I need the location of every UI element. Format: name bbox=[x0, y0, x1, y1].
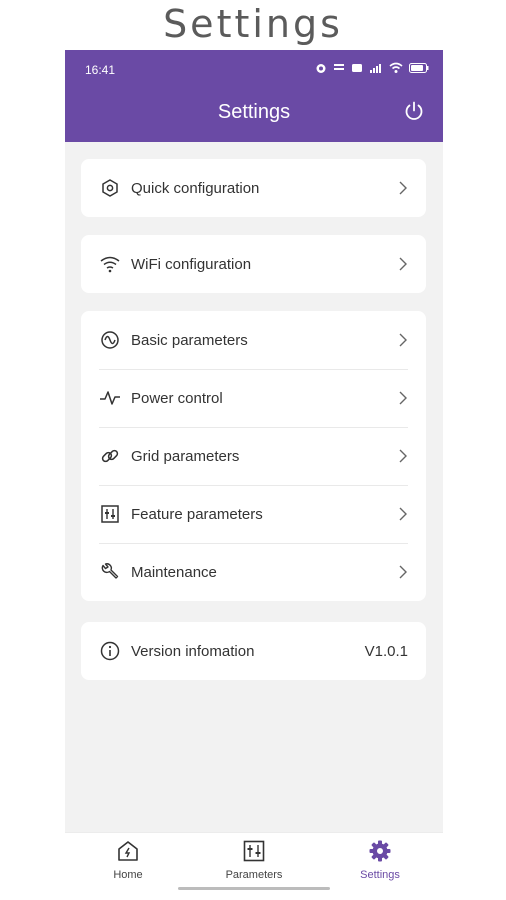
menu-item-label: WiFi configuration bbox=[131, 255, 252, 273]
chevron-right-icon bbox=[399, 449, 407, 463]
version-value: V1.0.1 bbox=[364, 642, 408, 660]
settings-card-version: Version infomation V1.0.1 bbox=[81, 622, 426, 680]
chevron-right-icon bbox=[399, 257, 407, 271]
chevron-right-icon bbox=[399, 333, 407, 347]
caption-title: Settings bbox=[163, 2, 343, 46]
tab-label: Settings bbox=[360, 869, 400, 881]
menu-item-label: Basic parameters bbox=[131, 331, 248, 349]
settings-card-wifi: WiFi configuration bbox=[81, 235, 426, 293]
chevron-right-icon bbox=[399, 181, 407, 195]
bottom-tab-bar: Home Parameters Settings bbox=[65, 832, 443, 900]
signal-text-icon bbox=[334, 64, 344, 70]
menu-item-label: Feature parameters bbox=[131, 505, 263, 523]
menu-item-basic-parameters[interactable]: Basic parameters bbox=[81, 311, 426, 369]
menu-item-label: Version infomation bbox=[131, 642, 255, 660]
home-icon bbox=[118, 841, 138, 861]
tab-label: Home bbox=[113, 869, 143, 881]
wifi-status-icon bbox=[389, 62, 403, 73]
menu-item-quick-configuration[interactable]: Quick configuration bbox=[81, 159, 426, 217]
wave-icon bbox=[101, 331, 119, 349]
menu-item-label: Grid parameters bbox=[131, 447, 240, 465]
info-icon bbox=[100, 641, 120, 661]
tab-parameters[interactable]: Parameters bbox=[204, 839, 304, 881]
menu-item-label: Power control bbox=[131, 389, 223, 407]
page-title: Settings bbox=[217, 101, 291, 123]
wifi-icon bbox=[100, 256, 120, 273]
menu-item-power-control[interactable]: Power control bbox=[81, 369, 426, 427]
home-indicator bbox=[178, 887, 330, 890]
menu-item-version-information[interactable]: Version infomation V1.0.1 bbox=[81, 622, 426, 680]
power-icon[interactable] bbox=[403, 100, 425, 122]
phone-screen: 16:41 Settings Quick configuration WiFi … bbox=[65, 50, 443, 900]
hexagon-icon bbox=[102, 179, 118, 197]
chevron-right-icon bbox=[399, 391, 407, 405]
status-time: 16:41 bbox=[85, 63, 116, 77]
menu-item-feature-parameters[interactable]: Feature parameters bbox=[81, 485, 426, 543]
tab-label: Parameters bbox=[225, 869, 283, 881]
settings-card-quick: Quick configuration bbox=[81, 159, 426, 217]
status-icons bbox=[315, 62, 429, 74]
nfc-icon bbox=[352, 64, 362, 72]
cellular-signal-icon bbox=[370, 64, 381, 73]
settings-gear-icon bbox=[369, 840, 391, 862]
wrench-icon bbox=[101, 563, 119, 579]
tab-home[interactable]: Home bbox=[78, 839, 178, 881]
menu-item-grid-parameters[interactable]: Grid parameters bbox=[81, 427, 426, 485]
alarm-icon bbox=[316, 64, 326, 73]
chevron-right-icon bbox=[399, 565, 407, 579]
battery-icon bbox=[409, 63, 429, 73]
settings-card-parameters: Basic parameters Power control Grid para… bbox=[81, 311, 426, 601]
tab-settings[interactable]: Settings bbox=[330, 839, 430, 881]
sliders-icon bbox=[101, 505, 119, 523]
pulse-icon bbox=[100, 391, 120, 405]
menu-item-label: Quick configuration bbox=[131, 179, 260, 197]
menu-item-label: Maintenance bbox=[131, 563, 217, 581]
app-header: 16:41 Settings bbox=[65, 50, 443, 142]
link-icon bbox=[101, 449, 119, 463]
chevron-right-icon bbox=[399, 507, 407, 521]
menu-item-wifi-configuration[interactable]: WiFi configuration bbox=[81, 235, 426, 293]
menu-item-maintenance[interactable]: Maintenance bbox=[81, 543, 426, 601]
parameters-icon bbox=[243, 840, 265, 862]
